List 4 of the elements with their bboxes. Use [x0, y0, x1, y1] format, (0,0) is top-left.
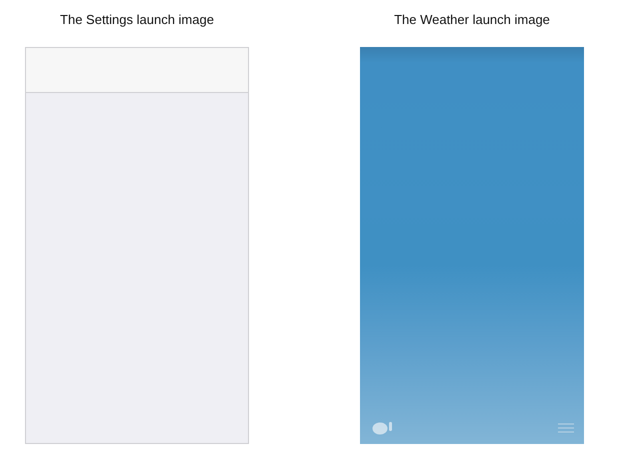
menu-icon — [558, 422, 574, 434]
logo-icon — [372, 421, 394, 435]
figure-caption: The Settings launch image — [60, 11, 214, 29]
figure-caption: The Weather launch image — [394, 11, 550, 29]
